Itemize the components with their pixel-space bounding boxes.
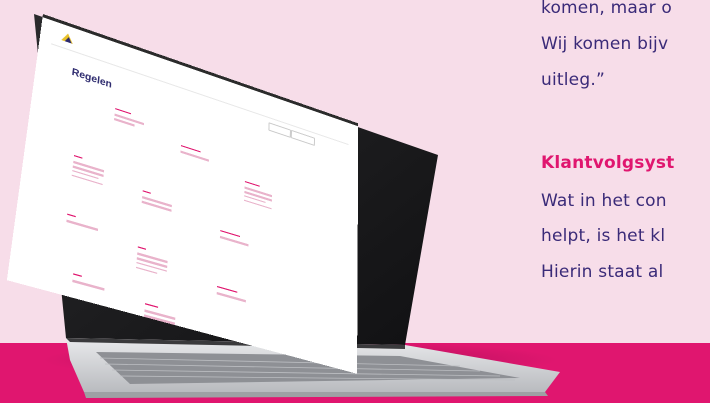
screen-card: [216, 268, 247, 303]
screen-card: [180, 129, 210, 162]
screen-card: [219, 213, 250, 247]
screen-page-title: Regelen: [71, 65, 113, 91]
screen-card: ​: [114, 92, 146, 129]
screen-card: [144, 285, 177, 325]
screen-card: [243, 165, 273, 210]
screen-card: [66, 196, 100, 231]
screen-card: [72, 255, 107, 291]
laptop-screen: Regelen ​: [0, 0, 710, 403]
site-logo-icon: [61, 33, 73, 44]
promo-stage: komen, maar o Wij komen bijv uitleg.” Kl…: [0, 0, 710, 403]
screen-webpage: Regelen ​: [6, 14, 359, 374]
screen-card: [141, 173, 174, 212]
screen-card: [135, 229, 170, 277]
screen-card: [71, 138, 107, 186]
